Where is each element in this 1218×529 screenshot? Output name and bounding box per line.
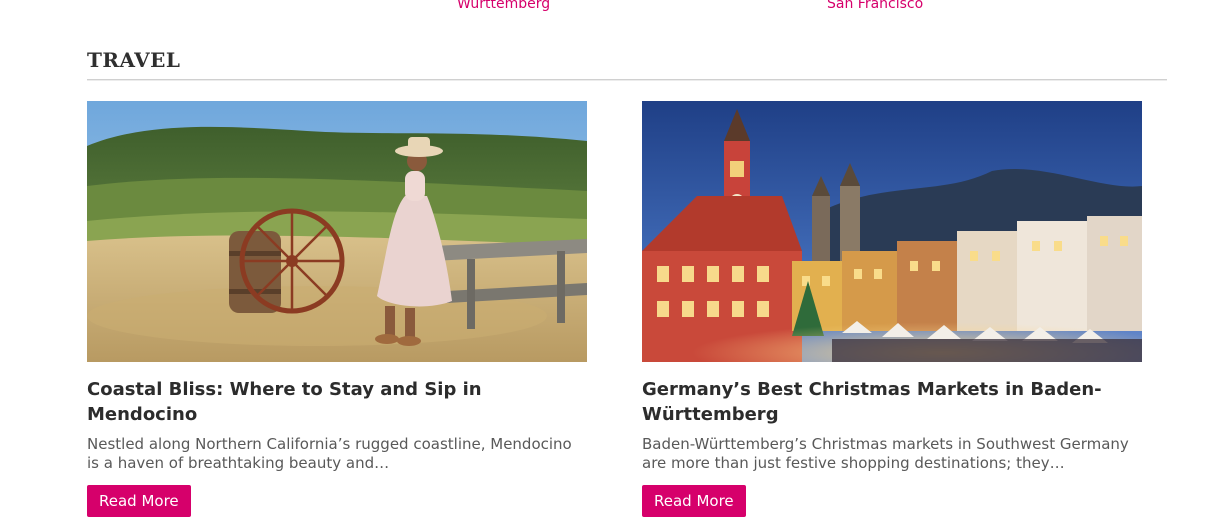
- article-image-link[interactable]: [642, 101, 1142, 362]
- article-title[interactable]: Germany’s Best Christmas Markets in Bade…: [642, 377, 1142, 427]
- read-more-button[interactable]: Read More: [642, 485, 746, 517]
- mendocino-photo-icon: [87, 101, 587, 362]
- article-image-link[interactable]: [87, 101, 587, 362]
- article-excerpt: Baden-Württemberg’s Christmas markets in…: [642, 435, 1129, 472]
- read-more-button[interactable]: Read More: [87, 485, 191, 517]
- christmas-market-photo-icon: [642, 101, 1142, 362]
- article-card-mendocino: Coastal Bliss: Where to Stay and Sip in …: [87, 101, 587, 517]
- article-excerpt: Nestled along Northern California’s rugg…: [87, 435, 572, 472]
- article-card-christmas-markets: Germany’s Best Christmas Markets in Bade…: [642, 101, 1142, 517]
- section-title: TRAVEL: [87, 48, 181, 72]
- prev-article-link-san-francisco[interactable]: San Francisco: [827, 0, 923, 12]
- prev-article-link-wurttemberg[interactable]: Württemberg: [457, 0, 550, 12]
- section-divider: [87, 79, 1167, 81]
- article-title[interactable]: Coastal Bliss: Where to Stay and Sip in …: [87, 377, 587, 427]
- page: Württemberg San Francisco TRAVEL Coastal…: [0, 0, 1218, 529]
